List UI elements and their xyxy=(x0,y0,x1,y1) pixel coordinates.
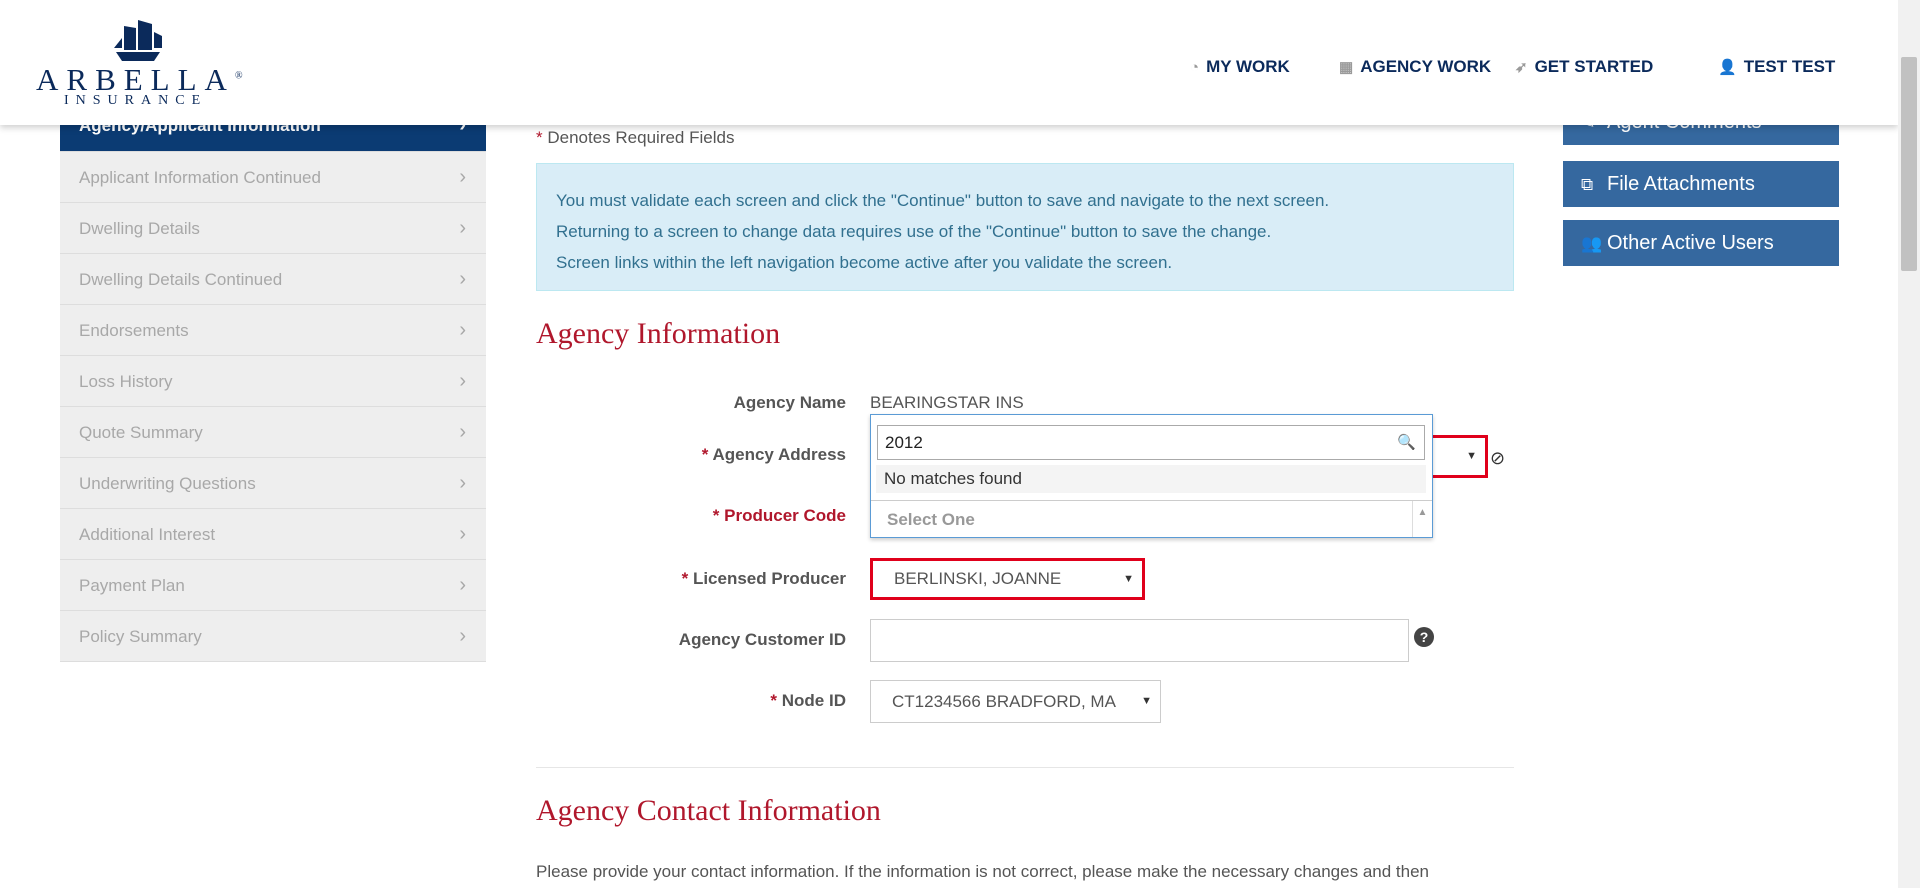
scrollbar-thumb[interactable] xyxy=(1901,57,1917,271)
nav-agency-work[interactable]: ▦ AGENCY WORK xyxy=(1339,57,1491,77)
chevron-right-icon: › xyxy=(459,166,466,188)
section-divider xyxy=(536,767,1514,768)
caret-down-icon: ▼ xyxy=(1466,450,1477,462)
chevron-right-icon: › xyxy=(459,523,466,545)
grid-icon: ▦ xyxy=(1339,59,1354,76)
contact-instructions: Please provide your contact information.… xyxy=(536,862,1429,881)
sidebar-item-policy-summary[interactable]: Policy Summary › xyxy=(60,611,486,662)
licensed-producer-select[interactable]: BERLINSKI, JOANNE ▼ xyxy=(870,558,1145,600)
ban-icon[interactable]: ⊘ xyxy=(1490,448,1505,469)
agency-address-label: * Agency Address xyxy=(701,445,846,464)
nav-my-work[interactable]: ◔ MY WORK xyxy=(1190,57,1290,77)
dropdown-search-input[interactable]: 2012 🔍 xyxy=(877,425,1425,460)
agency-contact-title: Agency Contact Information xyxy=(536,794,881,827)
agency-customer-id-input[interactable] xyxy=(870,619,1409,662)
dashboard-icon: ◔ xyxy=(1190,58,1200,76)
page-scrollbar[interactable] xyxy=(1898,0,1920,888)
chevron-right-icon: › xyxy=(459,421,466,443)
producer-code-dropdown[interactable]: 2012 🔍 No matches found Select One ▲ xyxy=(870,414,1433,538)
scroll-up-icon[interactable]: ▲ xyxy=(1412,501,1432,537)
sidebar-item-dwelling-details[interactable]: Dwelling Details › xyxy=(60,203,486,254)
node-id-select[interactable]: CT1234566 BRADFORD, MA ▼ xyxy=(870,680,1161,723)
arbella-logo[interactable]: ARBELLA® INSURANCE xyxy=(36,18,243,110)
producer-code-select[interactable]: Select One ▲ xyxy=(871,500,1432,537)
nav-get-started[interactable]: ➶ GET STARTED xyxy=(1515,57,1653,77)
search-icon: 🔍 xyxy=(1397,434,1416,451)
producer-code-label: * Producer Code xyxy=(712,506,846,525)
info-alert: You must validate each screen and click … xyxy=(536,163,1514,291)
agency-name-value: BEARINGSTAR INS xyxy=(870,393,1024,412)
sidebar-item-underwriting[interactable]: Underwriting Questions › xyxy=(60,458,486,509)
licensed-producer-label: * Licensed Producer xyxy=(681,569,846,588)
sidebar-item-payment-plan[interactable]: Payment Plan › xyxy=(60,560,486,611)
caret-down-icon: ▼ xyxy=(1123,573,1134,585)
sidebar-item-endorsements[interactable]: Endorsements › xyxy=(60,305,486,356)
help-icon[interactable]: ? xyxy=(1414,627,1434,647)
chevron-right-icon: › xyxy=(459,472,466,494)
left-navigation: Agency/Applicant Information › Applicant… xyxy=(60,100,486,662)
info-line: You must validate each screen and click … xyxy=(556,191,1330,210)
user-icon: 👤 xyxy=(1718,59,1737,76)
files-icon: ⧉ xyxy=(1581,175,1594,194)
chevron-right-icon: › xyxy=(459,268,466,290)
chevron-right-icon: › xyxy=(459,217,466,239)
chevron-right-icon: › xyxy=(459,319,466,341)
users-icon: 👥 xyxy=(1581,234,1603,253)
chevron-right-icon: › xyxy=(459,574,466,596)
sidebar-item-applicant-continued[interactable]: Applicant Information Continued › xyxy=(60,152,486,203)
no-matches-message: No matches found xyxy=(876,465,1426,493)
agency-name-label: Agency Name xyxy=(733,393,846,412)
nav-user-menu[interactable]: 👤 TEST TEST xyxy=(1718,57,1835,77)
node-id-label: * Node ID xyxy=(770,691,846,710)
sidebar-item-loss-history[interactable]: Loss History › xyxy=(60,356,486,407)
info-line: Returning to a screen to change data req… xyxy=(556,222,1272,241)
ship-icon xyxy=(114,20,162,61)
agency-information-title: Agency Information xyxy=(536,317,781,350)
file-attachments-button[interactable]: ⧉ File Attachments xyxy=(1563,161,1839,207)
info-line: Screen links within the left navigation … xyxy=(556,253,1173,272)
sidebar-item-dwelling-continued[interactable]: Dwelling Details Continued › xyxy=(60,254,486,305)
chevron-right-icon: › xyxy=(459,370,466,392)
app-header: ARBELLA® INSURANCE ◔ MY WORK ▦ AGENCY WO… xyxy=(0,0,1898,125)
chevron-right-icon: › xyxy=(459,625,466,647)
other-active-users-button[interactable]: 👥 Other Active Users xyxy=(1563,220,1839,266)
caret-down-icon: ▼ xyxy=(1141,695,1152,707)
agency-customer-id-label: Agency Customer ID xyxy=(678,630,846,649)
sidebar-item-quote-summary[interactable]: Quote Summary › xyxy=(60,407,486,458)
sidebar-item-additional-interest[interactable]: Additional Interest › xyxy=(60,509,486,560)
rocket-icon: ➶ xyxy=(1515,59,1528,76)
required-fields-note: * Denotes Required Fields xyxy=(536,128,735,147)
logo-subtitle: INSURANCE xyxy=(64,93,208,108)
